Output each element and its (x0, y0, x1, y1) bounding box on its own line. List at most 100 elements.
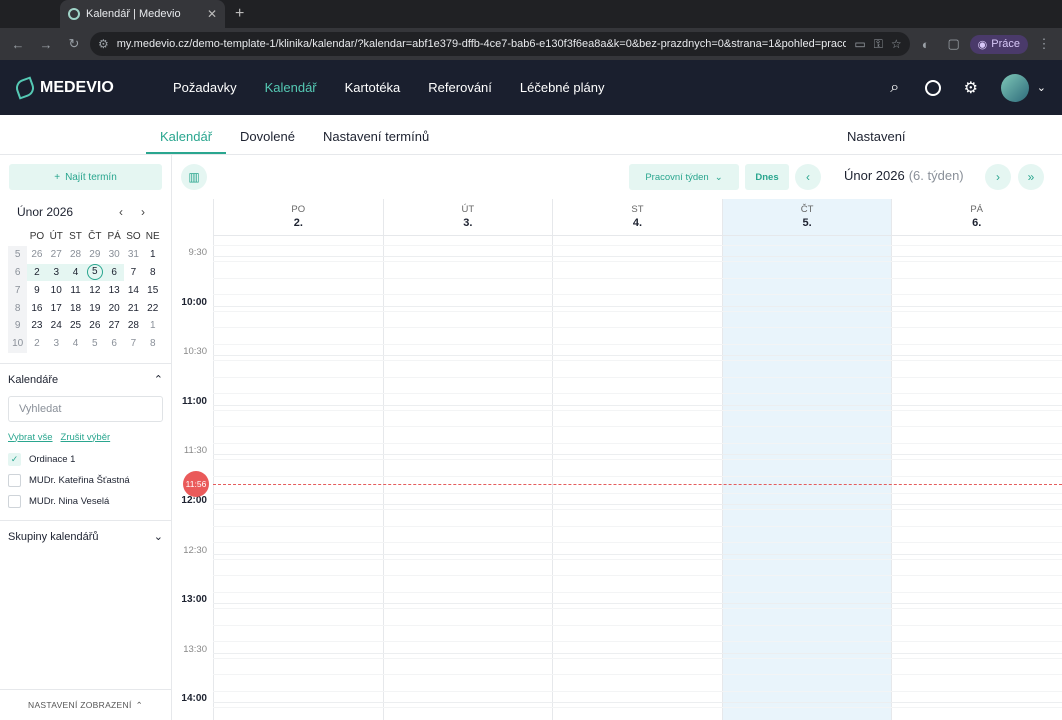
calendar-groups-header[interactable]: Skupiny kalendářů ⌄ (0, 521, 171, 553)
chevron-right-icon[interactable]: › (132, 205, 154, 219)
week-number[interactable]: 6 (8, 263, 28, 282)
back-icon[interactable]: ← (6, 32, 30, 56)
calendar-item[interactable]: ✓ Ordinace 1 (0, 449, 171, 470)
mini-calendar-day[interactable]: 26 (27, 246, 46, 264)
display-settings-toggle[interactable]: NASTAVENÍ ZOBRAZENÍ ⌃ (0, 689, 171, 720)
day-column[interactable] (552, 235, 722, 720)
extension-icon[interactable]: ◐ (914, 32, 938, 56)
mini-calendar-day[interactable]: 5 (85, 335, 104, 353)
mini-calendar-day[interactable]: 29 (85, 246, 104, 264)
tab-kalendar[interactable]: Kalendář (146, 129, 227, 154)
mini-calendar-day[interactable]: 12 (85, 281, 104, 299)
mini-calendar-day[interactable]: 26 (85, 317, 104, 335)
day-column[interactable] (213, 235, 383, 720)
puzzle-icon[interactable]: ▢ (942, 32, 966, 56)
clear-selection-link[interactable]: Zrušit výběr (61, 432, 111, 443)
calendars-section-header[interactable]: Kalendáře ⌃ (0, 364, 171, 396)
day-column[interactable] (891, 235, 1061, 720)
menu-icon[interactable]: ⋮ (1032, 32, 1056, 56)
key-icon[interactable]: ⚿ (874, 37, 883, 52)
mini-calendar-day[interactable]: 30 (104, 246, 123, 264)
day-column[interactable] (721, 235, 892, 720)
week-number[interactable]: 10 (8, 334, 28, 353)
chevron-up-icon[interactable]: ⌃ (154, 373, 163, 386)
mini-calendar-day[interactable]: 7 (124, 335, 143, 353)
tab-dovolene[interactable]: Dovolené (226, 129, 309, 154)
jump-forward-icon[interactable]: » (1018, 164, 1044, 190)
nav-kartoteka[interactable]: Kartotéka (331, 60, 415, 115)
select-all-link[interactable]: Vybrat vše (8, 432, 53, 443)
mini-calendar-day[interactable]: 13 (104, 281, 123, 299)
mini-calendar-day[interactable]: 9 (27, 281, 46, 299)
site-info-icon[interactable]: ⚙ (98, 37, 109, 51)
mini-calendar-day[interactable]: 28 (124, 317, 143, 335)
mini-calendar-day[interactable]: 23 (27, 317, 46, 335)
nav-pozadavky[interactable]: Požadavky (159, 60, 251, 115)
view-select[interactable]: Pracovní týden ⌄ (629, 164, 739, 190)
chevron-down-icon[interactable]: ⌄ (1037, 81, 1046, 94)
mini-calendar-day[interactable]: 25 (66, 317, 85, 335)
calendar-search-input[interactable]: Vyhledat (8, 395, 163, 422)
mini-calendar-day[interactable]: 6 (104, 263, 124, 282)
search-icon[interactable]: ⌕ (885, 79, 905, 97)
logo[interactable]: MEDEVIO (13, 75, 159, 100)
checkbox[interactable] (8, 473, 21, 487)
chevron-left-icon[interactable]: ‹ (110, 205, 132, 219)
tab-nastaveni-terminu[interactable]: Nastavení termínů (309, 129, 443, 154)
mini-calendar-day[interactable]: 27 (47, 246, 66, 264)
forward-icon[interactable]: → (34, 32, 58, 56)
new-tab-icon[interactable]: + (235, 0, 244, 28)
browser-tab[interactable]: Kalendář | Medevio ✕ (60, 0, 225, 28)
day-header[interactable]: PO 2. (213, 199, 383, 235)
prev-week-icon[interactable]: ‹ (795, 164, 821, 190)
mini-calendar-day[interactable]: 17 (47, 299, 66, 317)
checkbox[interactable]: ✓ (8, 452, 21, 466)
mini-calendar-day[interactable]: 19 (85, 299, 104, 317)
today-button[interactable]: Dnes (745, 164, 789, 190)
profile-button[interactable]: ◉ Práce (969, 34, 1028, 54)
mini-calendar-day[interactable]: 28 (66, 246, 85, 264)
help-icon[interactable]: ? (924, 79, 941, 96)
day-header[interactable]: ÚT 3. (382, 199, 553, 235)
day-header[interactable]: ST 4. (552, 199, 722, 235)
mini-calendar-day[interactable]: 4 (65, 263, 86, 282)
day-header[interactable]: PÁ 6. (891, 199, 1061, 235)
calendar-item[interactable]: MUDr. Kateřina Šťastná (0, 470, 171, 491)
mini-calendar-day[interactable]: 8 (143, 264, 162, 282)
mini-calendar-day[interactable]: 21 (124, 299, 143, 317)
mini-calendar-day[interactable]: 8 (143, 335, 162, 353)
mini-calendar-day[interactable]: 6 (104, 335, 123, 353)
gear-icon[interactable]: ⚙ (961, 78, 981, 98)
mini-calendar-day[interactable]: 20 (104, 299, 123, 317)
nav-lecebne-plany[interactable]: Léčebné plány (506, 60, 619, 115)
avatar[interactable] (1000, 73, 1029, 102)
mini-calendar-day[interactable]: 27 (104, 317, 123, 335)
day-column[interactable] (382, 235, 553, 720)
mini-calendar-day[interactable]: 5 (85, 263, 105, 282)
reload-icon[interactable]: ↻ (62, 32, 86, 56)
checkbox[interactable] (8, 494, 21, 508)
week-number[interactable]: 7 (8, 281, 28, 300)
mini-calendar-day[interactable]: 18 (66, 299, 85, 317)
mini-calendar-day[interactable]: 14 (124, 281, 143, 299)
week-number[interactable]: 9 (8, 316, 28, 335)
sidebar-toggle-icon[interactable]: ▥ (181, 164, 207, 190)
day-header[interactable]: ČT 5. (721, 199, 892, 235)
nav-referovani[interactable]: Referování (414, 60, 506, 115)
find-slot-button[interactable]: + Najít termín (9, 164, 162, 190)
mini-calendar-day[interactable]: 11 (66, 281, 85, 299)
mini-calendar-day[interactable]: 1 (143, 246, 162, 264)
mini-calendar-day[interactable]: 16 (27, 299, 46, 317)
mini-calendar-day[interactable]: 1 (143, 317, 162, 335)
chevron-down-icon[interactable]: ⌄ (154, 530, 163, 543)
tab-nastaveni[interactable]: Nastavení (847, 129, 906, 144)
mini-calendar-day[interactable]: 24 (47, 317, 66, 335)
mini-calendar-day[interactable]: 22 (143, 299, 162, 317)
mini-calendar-day[interactable]: 2 (27, 335, 46, 353)
mini-calendar-day[interactable]: 4 (66, 335, 85, 353)
mini-calendar-day[interactable]: 3 (46, 263, 66, 282)
week-grid[interactable]: PO 2. ÚT 3. ST 4. ČT 5. PÁ 6. 9:30 10:00 10:30 11:00 1… (172, 199, 1062, 720)
mini-calendar-day[interactable]: 31 (124, 246, 143, 264)
mini-calendar-day[interactable]: 10 (47, 281, 66, 299)
mini-calendar-day[interactable]: 7 (124, 264, 143, 282)
